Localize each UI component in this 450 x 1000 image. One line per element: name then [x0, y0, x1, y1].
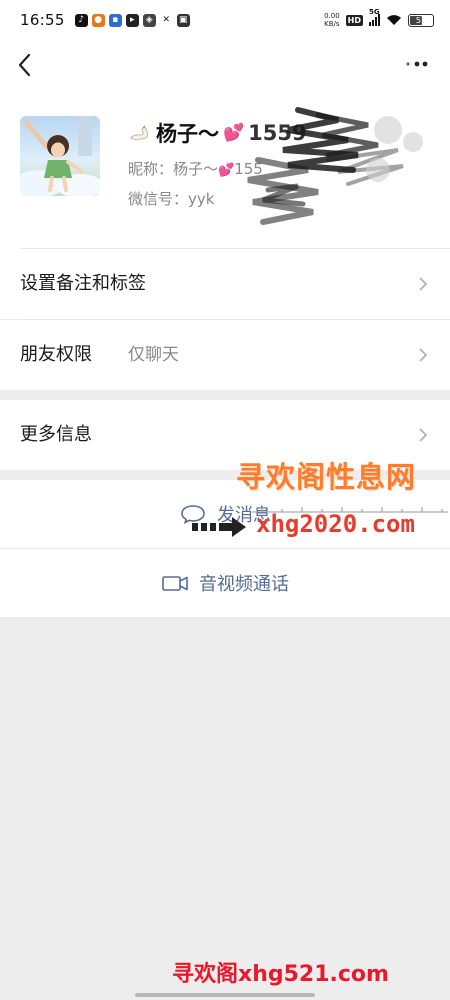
row-label: 更多信息	[20, 424, 92, 445]
play-app-icon: ▸	[125, 13, 139, 27]
row-friend-permissions[interactable]: 朋友权限 仅聊天	[0, 320, 450, 390]
top-nav	[0, 40, 450, 90]
find-app-icon: ◈	[142, 13, 156, 27]
avatar[interactable]	[20, 116, 100, 196]
network-speed: 0.00 KB/s	[324, 12, 340, 28]
section-gap	[0, 390, 450, 400]
status-time: 16:55	[20, 11, 65, 29]
sms-app-icon: ▪	[108, 13, 122, 27]
nickname-value: 杨子～	[173, 160, 219, 178]
row-label: 设置备注和标签	[20, 273, 146, 294]
contact-name-text: 杨子～	[156, 122, 219, 146]
video-call-label: 音视频通话	[199, 574, 289, 595]
wechat-id-value: yyk	[188, 190, 215, 208]
chevron-right-icon	[419, 277, 428, 291]
cellular-signal-icon: 5G	[369, 8, 380, 26]
video-camera-icon	[162, 576, 188, 591]
watermark-arrow-icon	[192, 517, 246, 537]
hd-badge: HD	[345, 14, 363, 26]
nickname-label: 昵称：	[128, 160, 174, 178]
avatar-illustration	[20, 116, 100, 196]
status-bar: 16:55 ♪ ● ▪ ▸ ◈ ✕ ▣ 0.00 KB/s HD 5G 55	[0, 0, 450, 40]
status-app-icons: ♪ ● ▪ ▸ ◈ ✕ ▣	[74, 13, 190, 27]
home-indicator	[135, 993, 315, 997]
video-call-button[interactable]: 音视频通话	[0, 549, 450, 617]
chevron-right-icon	[419, 428, 428, 442]
row-label: 朋友权限	[20, 344, 92, 365]
wechat-id-line: 微信号：yyk	[128, 188, 214, 209]
chevron-right-icon	[419, 348, 428, 362]
watermark-url: xhg2020.com	[256, 510, 415, 538]
battery-icon: 55	[408, 13, 434, 27]
more-options-icon[interactable]	[404, 56, 430, 72]
wechat-id-label: 微信号：	[128, 190, 189, 208]
row-remark-tags[interactable]: 设置备注和标签	[0, 249, 450, 319]
redaction-scribble	[247, 107, 423, 225]
row-value: 仅聊天	[128, 345, 179, 365]
network-type: 5G	[369, 8, 380, 16]
swan-icon	[130, 125, 149, 140]
battery-level: 55	[415, 15, 427, 25]
back-arrow-icon[interactable]	[14, 52, 38, 78]
watermark-bottom: 寻欢阁xhg521.com	[172, 962, 389, 987]
watermark-title: 寻欢阁性息网	[236, 460, 417, 494]
wifi-icon	[387, 15, 401, 25]
halloween-app-icon: ●	[91, 13, 105, 27]
fitness-app-icon: ✕	[162, 14, 170, 25]
tiktok-icon: ♪	[74, 13, 88, 27]
taobao-app-icon: ▣	[176, 13, 190, 27]
